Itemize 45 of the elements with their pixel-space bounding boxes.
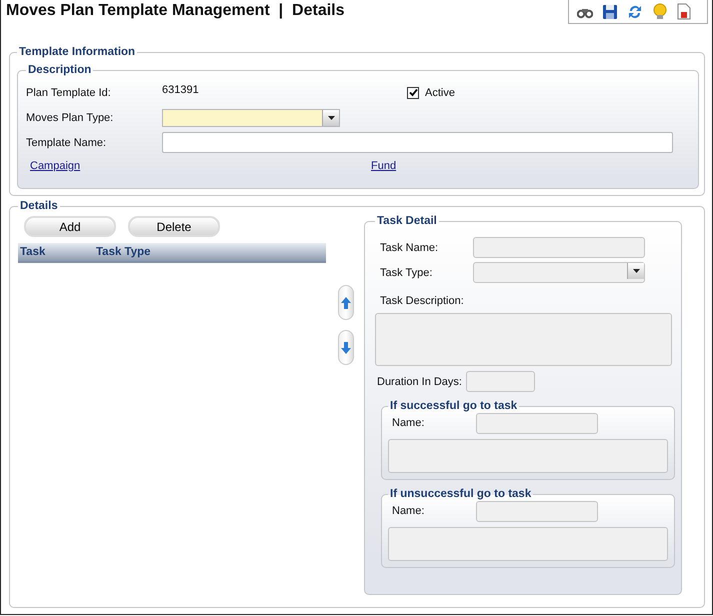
field-label: Task Description: [380,295,465,307]
section-title: Task Detail [376,215,438,227]
field-label: Plan Template Id: [26,86,112,98]
task-name-field[interactable] [476,412,598,434]
refresh-icon[interactable] [627,4,643,20]
duration-field[interactable] [466,371,535,392]
section-title: If unsuccessful go to task [389,488,532,500]
active-checkbox[interactable] [407,86,419,98]
arrow-down-icon [341,342,351,354]
dropdown-icon [328,116,334,120]
field-label: Template Name: [26,136,108,148]
task-description-field[interactable] [375,313,672,366]
field-label: Name: [391,417,426,429]
template-name-field[interactable] [162,132,673,153]
fund-link[interactable]: Fund [371,160,396,172]
section-title: Template Information [18,46,136,58]
task-info-field[interactable] [388,527,668,561]
task-type-dropdown[interactable] [473,262,645,283]
lightbulb-icon[interactable] [652,2,668,20]
task-name-field[interactable] [473,237,645,258]
arrow-up-icon [341,296,351,308]
field-label: Moves Plan Type: [26,112,114,124]
checkbox-label: Active [425,86,455,98]
save-icon[interactable] [602,4,618,20]
dropdown-icon [632,269,640,273]
task-name-field[interactable] [476,500,598,522]
column-header[interactable]: Task [18,246,96,258]
section-title: Details [19,200,59,212]
field-label: Task Name: [379,242,440,254]
task-info-field[interactable] [388,439,668,473]
document-icon[interactable] [677,3,691,20]
field-label: Task Type: [379,266,434,278]
field-label: Name: [391,505,426,517]
field-value: 631391 [162,84,200,96]
page-title: Moves Plan Template Management | Details [6,2,344,20]
section-title: If successful go to task [389,400,518,412]
column-header[interactable]: Task Type [96,246,151,258]
field-label: Duration In Days: [377,376,462,388]
pill-button[interactable]: Delete [128,216,220,237]
campaign-link[interactable]: Campaign [30,160,80,172]
section-title: Description [27,64,92,76]
pill-button[interactable]: Add [24,216,116,237]
move-down-button[interactable] [338,330,354,365]
plan-type-dropdown[interactable] [162,108,340,126]
move-up-button[interactable] [338,285,354,320]
